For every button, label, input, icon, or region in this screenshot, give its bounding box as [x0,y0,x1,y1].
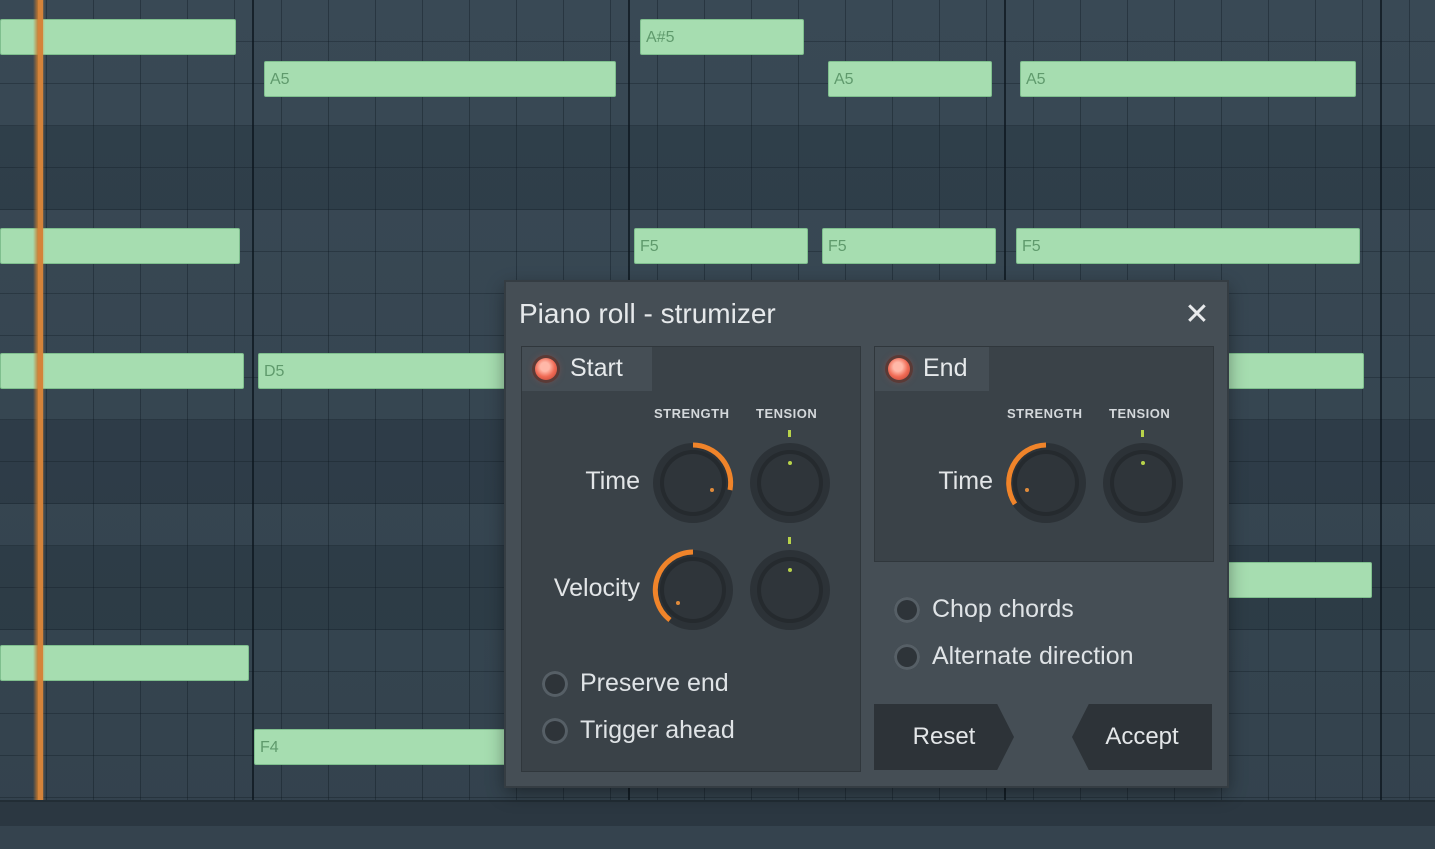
tension-center-marker [788,430,791,437]
note[interactable]: F5 [1016,228,1360,264]
dialog-title: Piano roll - strumizer [519,298,776,329]
tension-header: TENSION [756,406,818,421]
velocity-label: Velocity [553,574,640,602]
strumizer-dialog: Piano roll - strumizer ✕ Start STRENGTH … [506,282,1227,786]
note-label: D5 [264,363,285,380]
note[interactable]: D5 [258,353,508,389]
note-label: F5 [640,238,659,255]
chop-chords-radio-icon[interactable] [894,597,920,623]
tension-center-marker [1141,430,1144,437]
event-lane [0,826,1435,849]
time-label: Time [938,467,993,495]
note-label: A5 [270,71,290,88]
bar-line [252,0,254,849]
bar-line [1380,0,1382,849]
tension-header: TENSION [1109,406,1171,421]
time-label: Time [585,467,640,495]
start-led-icon[interactable] [535,358,557,380]
trigger-ahead-radio-icon[interactable] [542,718,568,744]
note[interactable]: F5 [822,228,996,264]
start-label: Start [570,354,623,382]
strength-header: STRENGTH [654,406,730,421]
note[interactable] [1226,562,1372,598]
horizontal-scrollbar[interactable] [0,800,1435,828]
end-led-icon[interactable] [888,358,910,380]
grid-row-band [0,126,1435,210]
alternate-direction-label[interactable]: Alternate direction [932,642,1134,671]
reset-button[interactable]: Reset [874,704,1014,770]
preserve-end-label[interactable]: Preserve end [580,669,729,698]
knob-icon[interactable] [1003,440,1089,526]
note[interactable]: A5 [1020,61,1356,97]
end-label: End [923,354,968,382]
note-label: A5 [834,71,854,88]
note[interactable]: F5 [634,228,808,264]
knob-icon[interactable] [650,440,736,526]
note[interactable]: A5 [828,61,992,97]
note-label: A5 [1026,71,1046,88]
note-label: F5 [828,238,847,255]
knob-icon[interactable] [1100,440,1186,526]
end-panel: End STRENGTH TENSION Time [874,346,1214,562]
knob-icon[interactable] [747,547,833,633]
note[interactable]: F4 [254,729,508,765]
note[interactable] [1226,353,1364,389]
note[interactable]: A5 [264,61,616,97]
strength-header: STRENGTH [1007,406,1083,421]
note-label: A#5 [646,29,675,46]
note-label: F4 [260,739,279,756]
note-label: F5 [1022,238,1041,255]
close-icon[interactable]: ✕ [1182,300,1212,330]
playhead[interactable] [38,0,43,849]
preserve-end-radio-icon[interactable] [542,671,568,697]
alternate-direction-radio-icon[interactable] [894,644,920,670]
tension-center-marker [788,537,791,544]
start-panel: Start STRENGTH TENSION Time Velocity Pre… [521,346,861,772]
knob-icon[interactable] [747,440,833,526]
accept-button[interactable]: Accept [1072,704,1212,770]
knob-icon[interactable] [650,547,736,633]
trigger-ahead-label[interactable]: Trigger ahead [580,716,735,745]
chop-chords-label[interactable]: Chop chords [932,595,1074,624]
note[interactable]: A#5 [640,19,804,55]
